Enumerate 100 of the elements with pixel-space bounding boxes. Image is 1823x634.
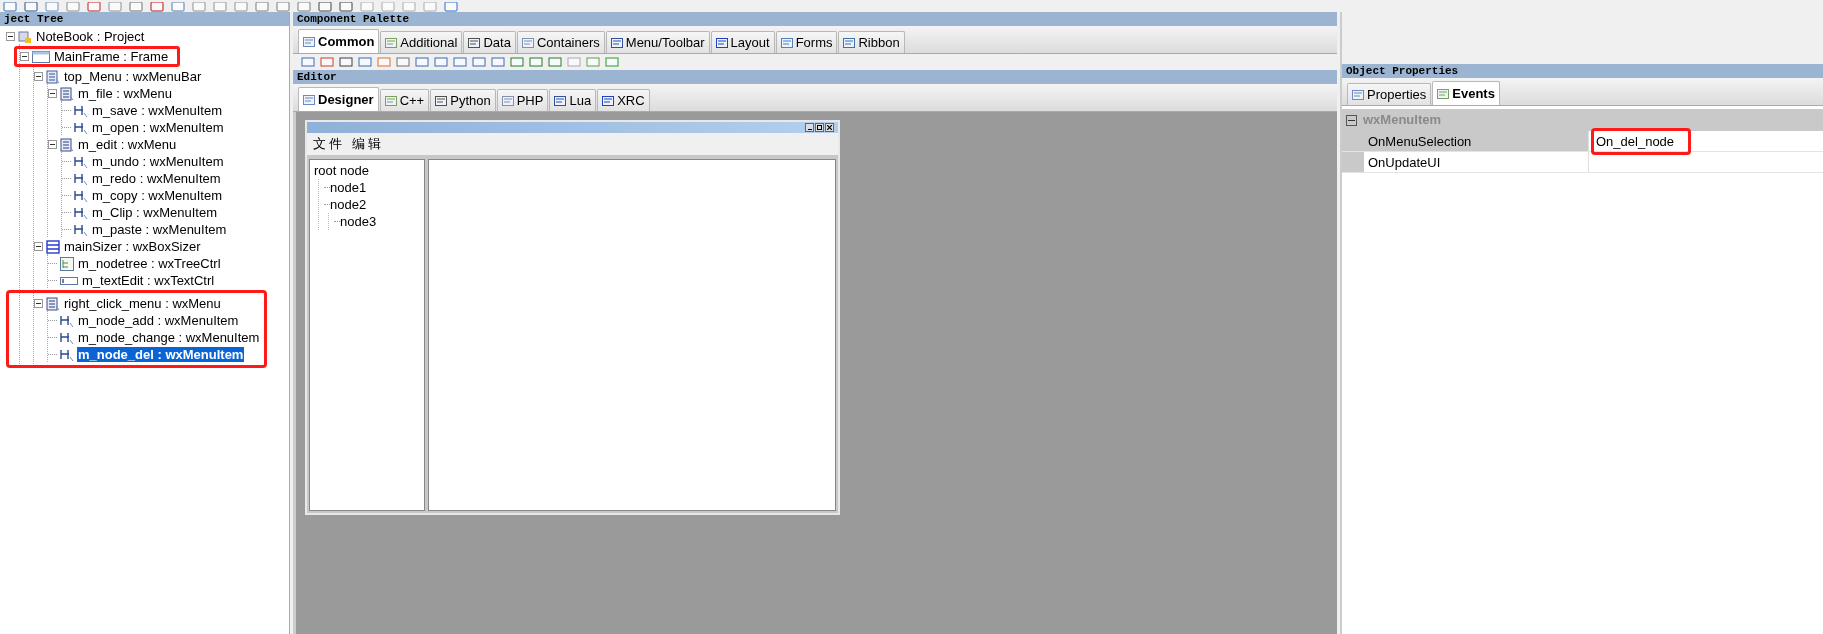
tree-node[interactable]: node3 — [340, 213, 377, 230]
tab[interactable]: Designer — [298, 87, 379, 111]
tab-icon — [435, 95, 448, 106]
widget-icon[interactable] — [548, 57, 562, 67]
toolbar-icon[interactable] — [234, 2, 248, 12]
widget-icon[interactable] — [415, 57, 429, 67]
tab-icon — [602, 95, 615, 106]
toolbar-icon[interactable] — [150, 2, 164, 12]
tab[interactable]: Events — [1432, 81, 1500, 105]
tree-item[interactable]: m_redo : wxMenuItem — [91, 171, 222, 186]
toolbar-icon[interactable] — [318, 2, 332, 12]
widget-icon[interactable] — [396, 57, 410, 67]
maximize-icon[interactable] — [815, 123, 824, 132]
tab[interactable]: Forms — [775, 31, 838, 53]
toolbar-icon[interactable] — [444, 2, 458, 12]
toolbar-icon[interactable] — [108, 2, 122, 12]
collapse-icon[interactable] — [48, 89, 57, 98]
menu-item-icon — [60, 330, 74, 345]
toolbar-icon[interactable] — [66, 2, 80, 12]
toolbar-icon[interactable] — [192, 2, 206, 12]
widget-icon[interactable] — [491, 57, 505, 67]
tree-item[interactable]: m_nodetree : wxTreeCtrl — [77, 256, 222, 271]
tree-item[interactable]: m_copy : wxMenuItem — [91, 188, 224, 203]
tree-item[interactable]: NoteBook : Project — [35, 29, 146, 44]
widget-icon[interactable] — [510, 57, 524, 67]
tab[interactable]: Common — [298, 29, 380, 53]
menu-item-icon — [60, 347, 74, 362]
sizer-icon — [46, 239, 60, 254]
tree-item[interactable]: top_Menu : wxMenuBar — [63, 69, 203, 84]
tab-icon — [715, 37, 728, 48]
tab[interactable]: Containers — [516, 31, 605, 53]
tree-item[interactable]: m_undo : wxMenuItem — [91, 154, 225, 169]
collapse-icon[interactable] — [48, 140, 57, 149]
toolbar-icon[interactable] — [276, 2, 290, 12]
widget-icon[interactable] — [339, 57, 353, 67]
toolbar-icon[interactable] — [171, 2, 185, 12]
widget-icon[interactable] — [301, 57, 315, 67]
tab-icon — [843, 37, 856, 48]
toolbar-icon[interactable] — [129, 2, 143, 12]
tree-item[interactable]: m_open : wxMenuItem — [91, 120, 225, 135]
tab[interactable]: Lua — [549, 89, 597, 111]
widget-icon[interactable] — [472, 57, 486, 67]
toolbar-icon[interactable] — [24, 2, 38, 12]
tab[interactable]: PHP — [496, 89, 549, 111]
widget-icon[interactable] — [434, 57, 448, 67]
tree-item[interactable]: right_click_menu : wxMenu — [63, 296, 222, 311]
toolbar-icon[interactable] — [87, 2, 101, 12]
tree-node[interactable]: root node — [314, 162, 369, 179]
property-name[interactable]: OnMenuSelection — [1364, 131, 1589, 151]
menu-item-icon — [74, 188, 88, 203]
menu-label[interactable]: 文件 — [313, 134, 345, 154]
widget-icon[interactable] — [529, 57, 543, 67]
collapse-icon[interactable] — [1346, 114, 1357, 126]
tree-item[interactable]: m_textEdit : wxTextCtrl — [81, 273, 216, 288]
toolbar-icon[interactable] — [45, 2, 59, 12]
tab[interactable]: Layout — [710, 31, 775, 53]
tab-icon — [501, 95, 514, 106]
widget-icon[interactable] — [358, 57, 372, 67]
tab-icon — [1437, 88, 1450, 99]
tree-node[interactable]: node1 — [330, 179, 367, 196]
tree-item[interactable]: m_edit : wxMenu — [77, 137, 178, 152]
tree-item[interactable]: m_node_change : wxMenuItem — [77, 330, 261, 345]
minimize-icon[interactable] — [805, 123, 814, 132]
collapse-icon[interactable] — [34, 242, 43, 251]
widget-icon[interactable] — [605, 57, 619, 67]
tree-item[interactable]: mainSizer : wxBoxSizer — [63, 239, 202, 254]
widget-icon[interactable] — [453, 57, 467, 67]
collapse-icon[interactable] — [6, 32, 15, 41]
widget-icon[interactable] — [586, 57, 600, 67]
collapse-icon[interactable] — [20, 52, 29, 61]
toolbar-icon[interactable] — [297, 2, 311, 12]
toolbar-icon[interactable] — [3, 2, 17, 12]
collapse-icon[interactable] — [34, 299, 43, 308]
tab[interactable]: Ribbon — [838, 31, 905, 53]
tab[interactable]: Data — [463, 31, 516, 53]
widget-icon[interactable] — [320, 57, 334, 67]
tab[interactable]: Properties — [1347, 83, 1432, 105]
tree-item[interactable]: m_Clip : wxMenuItem — [91, 205, 218, 220]
toolbar-icon[interactable] — [339, 2, 353, 12]
tab-icon — [385, 37, 398, 48]
tab[interactable]: XRC — [597, 89, 650, 111]
close-icon[interactable] — [825, 123, 834, 132]
tree-item[interactable]: m_file : wxMenu — [77, 86, 173, 101]
menu-label[interactable]: 编辑 — [352, 134, 384, 154]
tree-item[interactable]: m_node_del : wxMenuItem — [77, 347, 245, 362]
tab-icon — [780, 37, 793, 48]
tab[interactable]: Menu/Toolbar — [605, 31, 710, 53]
tab[interactable]: Python — [430, 89, 496, 111]
toolbar-icon[interactable] — [255, 2, 269, 12]
tab[interactable]: Additional — [380, 31, 463, 53]
widget-icon[interactable] — [377, 57, 391, 67]
tab[interactable]: C++ — [379, 89, 430, 111]
tree-node[interactable]: node2 — [330, 196, 367, 213]
tree-item[interactable]: m_save : wxMenuItem — [91, 103, 224, 118]
tree-item[interactable]: m_node_add : wxMenuItem — [77, 313, 240, 328]
tree-item[interactable]: MainFrame : Frame — [53, 49, 170, 64]
tree-item[interactable]: m_paste : wxMenuItem — [91, 222, 228, 237]
property-value[interactable]: On_del_node — [1594, 130, 1677, 152]
toolbar-icon[interactable] — [213, 2, 227, 12]
collapse-icon[interactable] — [34, 72, 43, 81]
